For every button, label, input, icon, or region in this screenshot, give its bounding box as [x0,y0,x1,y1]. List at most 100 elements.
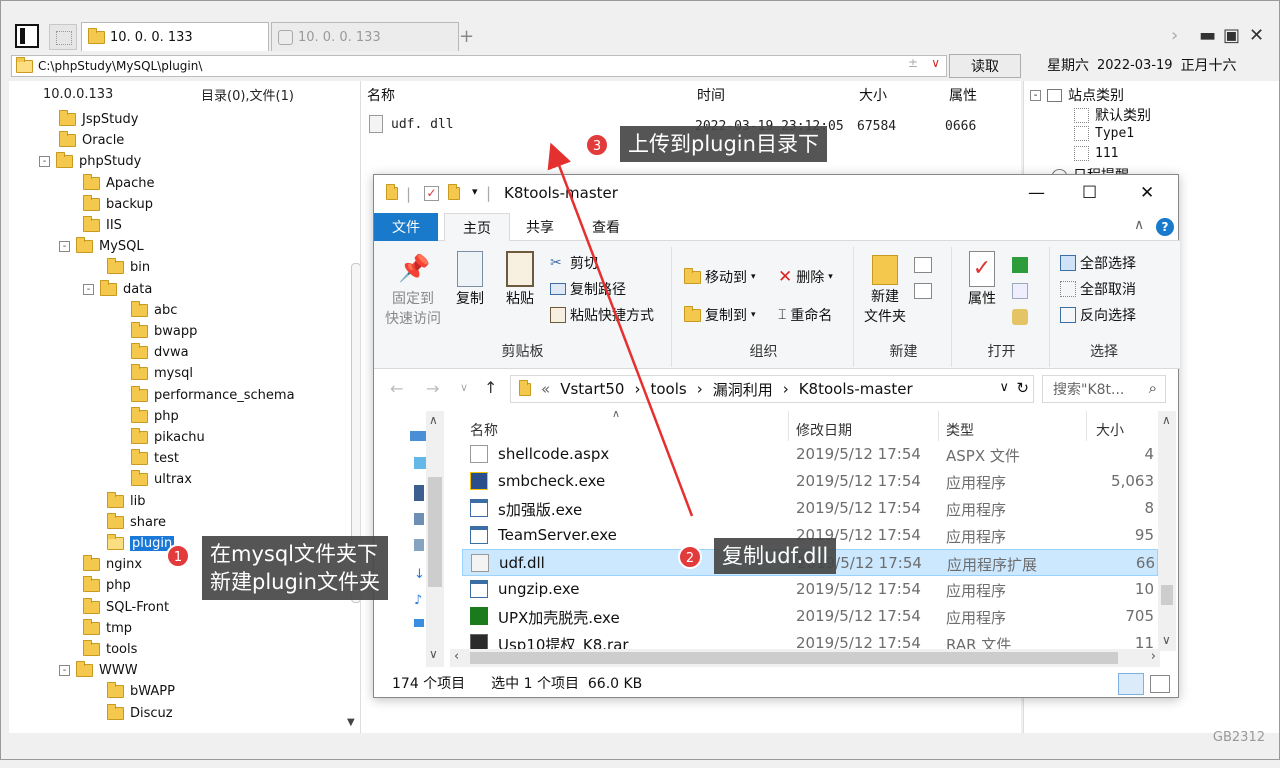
scroll-thumb[interactable] [428,477,442,587]
copy-path-button[interactable]: 复制路径 [550,279,626,299]
scroll-down-icon[interactable]: ▼ [347,717,355,728]
tree-node[interactable]: performance_schema [131,385,295,406]
breadcrumb-item[interactable]: tools [650,380,686,398]
file-row[interactable]: shellcode.aspx 2019/5/12 17:54 ASPX 文件 4 [462,441,1158,468]
tree-node[interactable]: bwapp [131,321,197,342]
tree-node[interactable]: - phpStudy [39,151,141,172]
horizontal-scrollbar[interactable]: ‹ › [450,649,1160,667]
maximize-button[interactable]: ☐ [1082,183,1097,203]
blank-tab-button[interactable] [49,24,77,50]
tree-node[interactable]: bin [107,257,150,278]
category-item[interactable]: Type1 [1074,126,1134,141]
download-icon[interactable]: ↓ [414,567,425,582]
open-icon[interactable] [1012,257,1028,273]
collapse-ribbon-icon[interactable]: ∧ [1134,217,1144,233]
tree-node[interactable]: plugin [107,533,175,554]
file-row[interactable]: ungzip.exe 2019/5/12 17:54 应用程序 10 [462,576,1158,603]
paste-shortcut-button[interactable]: 粘贴快捷方式 [550,305,654,325]
tab-host-active[interactable]: 10. 0. 0. 133 [81,22,269,51]
tree-node[interactable]: backup [83,194,153,215]
music-icon[interactable]: ♪ [414,593,422,608]
maximize-button[interactable]: ▣ [1223,25,1240,46]
back-arrow-icon[interactable]: ← [390,379,403,398]
tree-node[interactable]: mysql [131,363,193,384]
select-none-button[interactable]: 全部取消 [1060,279,1136,299]
path-input[interactable]: C:\phpStudy\MySQL\plugin\ ± ∨ [11,55,947,77]
minimize-button[interactable]: ▬ [1199,25,1216,46]
rename-button[interactable]: ⌶ 重命名 [778,305,832,325]
collapse-toggle-icon[interactable]: - [83,283,94,295]
panel-toggle-button[interactable] [15,24,39,48]
object-icon[interactable] [414,457,426,469]
tree-node[interactable]: lib [107,491,145,512]
thumbnail-view-icon[interactable] [1150,675,1170,693]
file-row[interactable]: UPX加壳脱壳.exe 2019/5/12 17:54 应用程序 705 [462,603,1158,630]
column-type[interactable]: 类型 [946,420,974,440]
search-icon[interactable]: ⌕ [1149,379,1157,397]
category-item[interactable]: 111 [1074,146,1118,161]
chevron-down-icon[interactable]: ∨ [931,56,940,70]
breadcrumb-item[interactable]: Vstart50 [560,380,624,398]
scroll-down-icon[interactable]: ∨ [429,647,438,661]
select-all-button[interactable]: 全部选择 [1060,253,1136,273]
new-folder-button[interactable]: 新建 文件夹 [860,247,910,327]
tree-node[interactable]: Oracle [59,130,124,151]
address-dropdown-icon[interactable]: ∨ [999,380,1009,395]
move-to-button[interactable]: 移动到 ▾ [684,267,756,287]
breadcrumb[interactable]: « Vstart50 › tools › 漏洞利用 › K8tools-mast… [510,375,1034,403]
scroll-thumb[interactable] [1161,585,1173,605]
history-icon[interactable] [1012,309,1028,325]
new-item-icon[interactable] [914,257,932,273]
category-item[interactable]: 默认类别 [1074,105,1151,125]
breadcrumb-item[interactable]: K8tools-master [799,380,913,398]
desktop-icon[interactable] [414,619,424,627]
breadcrumb-item[interactable]: 漏洞利用 [713,379,773,400]
easy-access-icon[interactable] [914,283,932,299]
file-row[interactable]: Usp10提权_K8.rar 2019/5/12 17:54 RAR 文件 11 [462,630,1158,651]
tree-node[interactable]: Discuz [107,703,173,724]
forward-arrow-icon[interactable]: → [426,379,439,398]
tab-share[interactable]: 共享 [508,213,572,241]
tree-node[interactable]: - WWW [59,660,138,681]
tree-node[interactable]: dvwa [131,342,189,363]
tree-node[interactable]: - MySQL [59,236,144,257]
column-size[interactable]: 大小 [1096,420,1124,440]
column-attr[interactable]: 属性 [949,85,977,105]
tree-node[interactable]: share [107,512,166,533]
tree-node[interactable]: IIS [83,215,122,236]
column-time[interactable]: 时间 [697,85,725,105]
file-row[interactable]: s加强版.exe 2019/5/12 17:54 应用程序 8 [462,495,1158,522]
scroll-right-icon[interactable]: › [1151,649,1156,664]
overflow-icon[interactable]: « [541,380,550,398]
column-size[interactable]: 大小 [859,85,887,105]
copy-to-button[interactable]: 复制到 ▾ [684,305,756,325]
quick-access-dropdown-icon[interactable]: ▾ [472,185,478,198]
refresh-icon[interactable]: ↻ [1016,379,1029,397]
collapse-toggle-icon[interactable]: - [39,156,50,168]
pin-quick-access-button[interactable]: 📌 固定到 快速访问 [382,247,444,329]
copy-button[interactable]: 复制 [448,247,492,309]
details-view-icon[interactable] [1118,673,1144,695]
up-arrow-icon[interactable]: ↑ [484,378,497,397]
new-tab-button[interactable]: + [459,26,474,47]
scroll-down-icon[interactable]: ∨ [1162,633,1171,647]
tree-node[interactable]: nginx [83,554,142,575]
close-button[interactable]: ✕ [1140,183,1154,203]
tab-file[interactable]: 文件 [374,213,438,241]
collapse-toggle-icon[interactable]: - [59,665,70,677]
tab-view[interactable]: 查看 [574,213,638,241]
nav-scrollbar[interactable]: ∧ ∨ [426,411,444,667]
paste-button[interactable]: 粘贴 [498,247,542,309]
video-icon[interactable] [414,485,424,501]
file-row[interactable]: smbcheck.exe 2019/5/12 17:54 应用程序 5,063 [462,468,1158,495]
list-scrollbar[interactable]: ∧ ∨ [1158,411,1176,651]
tree-node[interactable]: abc [131,300,177,321]
tree-node[interactable]: ultrax [131,469,192,490]
help-icon[interactable]: ? [1156,218,1174,236]
tree-node[interactable]: tmp [83,618,132,639]
scroll-up-icon[interactable]: ∧ [429,413,438,427]
properties-button[interactable]: ✓ 属性 [958,247,1006,309]
tree-node[interactable]: php [131,406,179,427]
edit-icon[interactable] [1012,283,1028,299]
scroll-up-icon[interactable]: ∧ [1162,413,1171,427]
